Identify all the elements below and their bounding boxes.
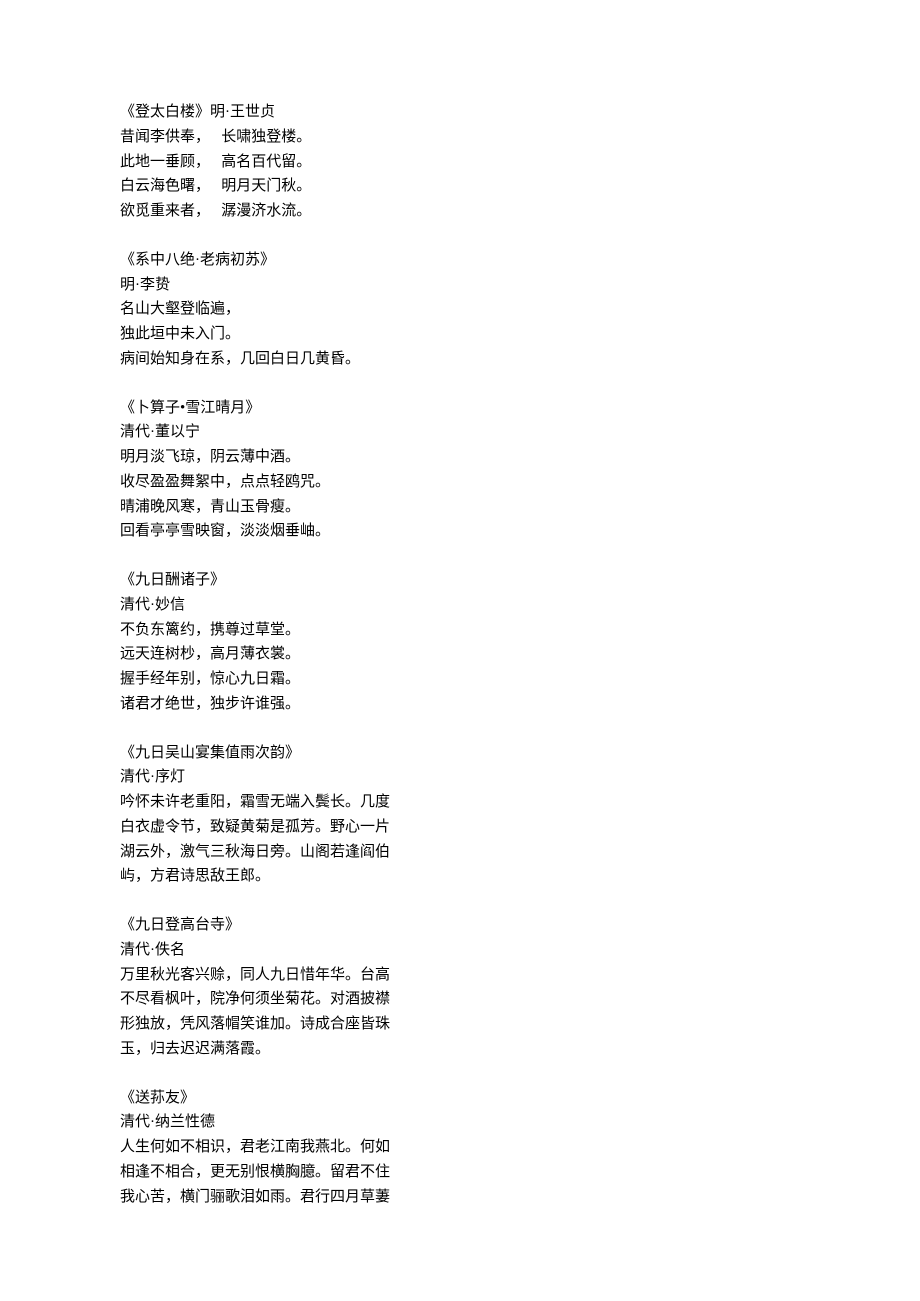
poem-line: 人生何如不相识，君老江南我燕北。何如	[120, 1135, 440, 1160]
poem-line: 《登太白楼》明·王世贞	[120, 100, 440, 125]
poem-line: 屿，方君诗思敌王郎。	[120, 864, 440, 889]
poem-line: 《九日登高台寺》	[120, 913, 440, 938]
poem-line: 明·李贽	[120, 273, 440, 298]
poem-block: 《九日酬诸子》清代·妙信不负东篱约，携尊过草堂。远天连树杪，高月薄衣裳。握手经年…	[120, 568, 440, 717]
poem-line: 形独放，凭风落帽笑谁加。诗成合座皆珠	[120, 1012, 440, 1037]
poem-line: 清代·妙信	[120, 593, 440, 618]
poem-block: 《送荪友》清代·纳兰性德人生何如不相识，君老江南我燕北。何如相逢不相合，更无别恨…	[120, 1086, 440, 1210]
poem-line: 清代·董以宁	[120, 420, 440, 445]
poem-block: 《登太白楼》明·王世贞昔闻李供奉， 长啸独登楼。此地一垂顾， 高名百代留。白云海…	[120, 100, 440, 224]
poem-line: 相逢不相合，更无别恨横胸臆。留君不住	[120, 1160, 440, 1185]
poem-line: 湖云外，激气三秋海日旁。山阁若逢阎伯	[120, 840, 440, 865]
poem-line: 《送荪友》	[120, 1086, 440, 1111]
poem-line: 此地一垂顾， 高名百代留。	[120, 150, 440, 175]
poem-line: 昔闻李供奉， 长啸独登楼。	[120, 125, 440, 150]
poem-line: 《卜算子•雪江晴月》	[120, 396, 440, 421]
poem-line: 白云海色曙， 明月天门秋。	[120, 174, 440, 199]
poem-line: 明月淡飞琼，阴云薄中酒。	[120, 445, 440, 470]
poem-line: 清代·纳兰性德	[120, 1110, 440, 1135]
poem-line: 回看亭亭雪映窗，淡淡烟垂岫。	[120, 519, 440, 544]
poem-line: 不负东篱约，携尊过草堂。	[120, 618, 440, 643]
poem-line: 病间始知身在系，几回白日几黄昏。	[120, 347, 440, 372]
poem-line: 诸君才绝世，独步许谁强。	[120, 692, 440, 717]
poem-line: 独此垣中未入门。	[120, 322, 440, 347]
poem-line: 远天连树杪，高月薄衣裳。	[120, 642, 440, 667]
poem-block: 《卜算子•雪江晴月》清代·董以宁明月淡飞琼，阴云薄中酒。收尽盈盈舞絮中，点点轻鸥…	[120, 396, 440, 545]
poem-line: 白衣虚令节，致疑黄菊是孤芳。野心一片	[120, 815, 440, 840]
poem-line: 晴浦晚风寒，青山玉骨瘦。	[120, 495, 440, 520]
document-body: 《登太白楼》明·王世贞昔闻李供奉， 长啸独登楼。此地一垂顾， 高名百代留。白云海…	[120, 100, 920, 1209]
poem-line: 名山大壑登临遍，	[120, 297, 440, 322]
poem-line: 《系中八绝·老病初苏》	[120, 248, 440, 273]
poem-line: 万里秋光客兴赊，同人九日惜年华。台高	[120, 963, 440, 988]
poem-block: 《九日登高台寺》清代·佚名万里秋光客兴赊，同人九日惜年华。台高不尽看枫叶，院净何…	[120, 913, 440, 1062]
poem-line: 不尽看枫叶，院净何须坐菊花。对酒披襟	[120, 987, 440, 1012]
poem-line: 吟怀未许老重阳，霜雪无端入鬓长。几度	[120, 790, 440, 815]
poem-line: 《九日吴山宴集值雨次韵》	[120, 741, 440, 766]
poem-line: 《九日酬诸子》	[120, 568, 440, 593]
poem-line: 收尽盈盈舞絮中，点点轻鸥咒。	[120, 470, 440, 495]
poem-line: 欲觅重来者， 潺漫济水流。	[120, 199, 440, 224]
poem-block: 《九日吴山宴集值雨次韵》清代·序灯吟怀未许老重阳，霜雪无端入鬓长。几度白衣虚令节…	[120, 741, 440, 890]
poem-line: 玉，归去迟迟满落霞。	[120, 1037, 440, 1062]
poem-block: 《系中八绝·老病初苏》明·李贽名山大壑登临遍，独此垣中未入门。病间始知身在系，几…	[120, 248, 440, 372]
poem-line: 握手经年别，惊心九日霜。	[120, 667, 440, 692]
poem-line: 清代·佚名	[120, 938, 440, 963]
poem-line: 我心苦，横门骊歌泪如雨。君行四月草萋	[120, 1185, 440, 1210]
poem-line: 清代·序灯	[120, 765, 440, 790]
